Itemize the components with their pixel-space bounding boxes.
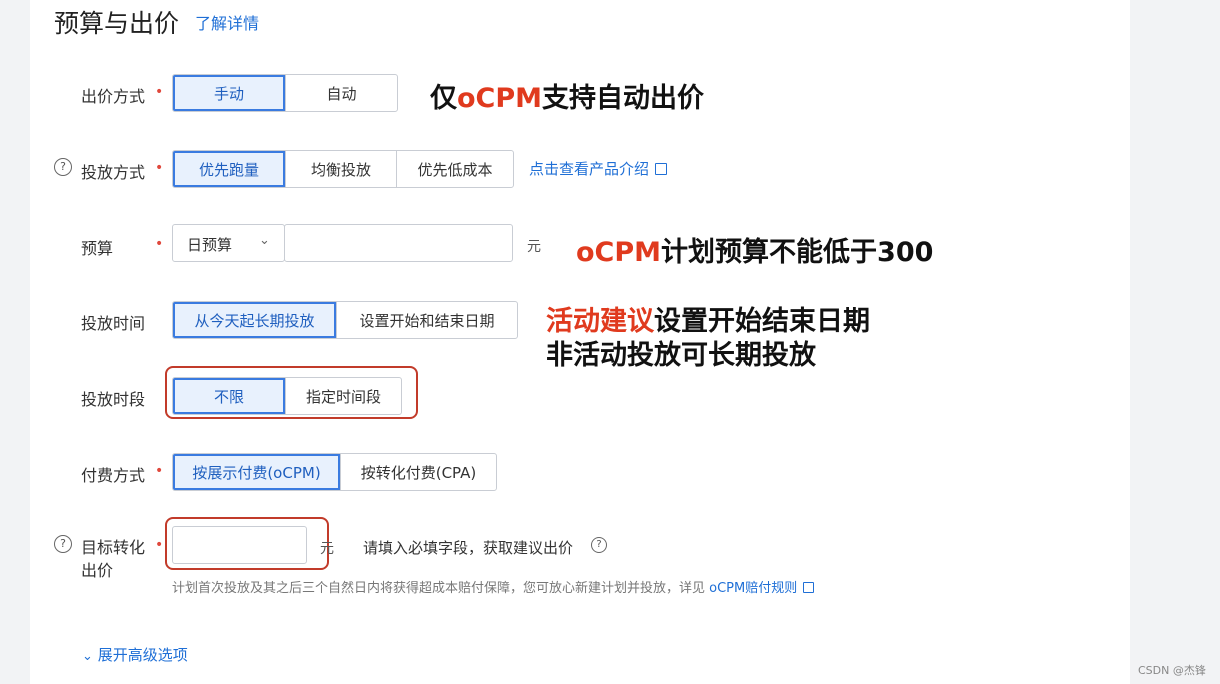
bid-method-switch: 手动 自动 [172, 74, 398, 112]
suggest-bid-text: 请填入必填字段，获取建议出价 [363, 539, 574, 557]
required-marker: • [155, 537, 164, 553]
bid-auto-option[interactable]: 自动 [286, 75, 397, 111]
bid-method-label: 出价方式 [81, 87, 146, 106]
annotation-text: 支持自动出价 [542, 83, 705, 114]
delivery-balanced-option[interactable]: 均衡投放 [286, 151, 397, 187]
annotation-text: 仅 [430, 83, 457, 114]
help-icon[interactable]: ? [54, 158, 72, 176]
annotation-ocpm-auto: 仅oCPM支持自动出价 [430, 76, 704, 115]
annotation-text: 设置开始结束日期 [654, 306, 870, 337]
pay-by-impression-option[interactable]: 按展示付费(oCPM) [173, 454, 341, 490]
external-link-icon [803, 582, 815, 593]
bid-manual-option[interactable]: 手动 [173, 75, 286, 111]
guarantee-note: 计划首次投放及其之后三个自然日内将获得超成本赔付保障，您可放心新建计划并投放，详… [172, 577, 815, 596]
required-marker: • [155, 160, 164, 176]
target-bid-label: 目标转化 出价 [81, 536, 145, 582]
question-icon[interactable]: ? [591, 537, 607, 553]
help-icon[interactable]: ? [54, 535, 72, 553]
required-marker: • [155, 84, 164, 100]
budget-amount-input[interactable] [284, 224, 513, 262]
double-chevron-down-icon: ⌄ [82, 649, 93, 664]
right-margin [1130, 0, 1220, 684]
expand-advanced-label: 展开高级选项 [97, 646, 188, 664]
target-bid-label-line-2: 出价 [81, 561, 114, 580]
time-period-label: 投放时段 [81, 390, 146, 409]
ocpm-compensation-link-text: oCPM赔付规则 [709, 581, 798, 596]
budget-type-value: 日预算 [187, 236, 233, 254]
long-term-option[interactable]: 从今天起长期投放 [173, 302, 337, 338]
budget-type-select[interactable]: 日预算 ⌄ [172, 224, 285, 262]
expand-advanced-options[interactable]: ⌄ 展开高级选项 [82, 644, 188, 665]
annotation-highlight: 活动建议 [546, 306, 654, 337]
time-period-switch: 不限 指定时间段 [172, 377, 402, 415]
watermark: CSDN @杰锋 [1138, 664, 1206, 677]
annotation-highlight: oCPM [457, 83, 543, 114]
target-bid-input[interactable] [172, 526, 307, 564]
payment-switch: 按展示付费(oCPM) 按转化付费(CPA) [172, 453, 497, 491]
annotation-line-2: 非活动投放可长期投放 [546, 340, 816, 371]
delivery-method-label: 投放方式 [81, 163, 146, 182]
annotation-highlight: oCPM [576, 237, 662, 268]
set-dates-option[interactable]: 设置开始和结束日期 [337, 302, 517, 338]
delivery-time-switch: 从今天起长期投放 设置开始和结束日期 [172, 301, 518, 339]
budget-label: 预算 [81, 239, 114, 258]
chevron-down-icon: ⌄ [259, 233, 270, 248]
product-intro-link-text: 点击查看产品介绍 [529, 160, 650, 178]
guarantee-text: 计划首次投放及其之后三个自然日内将获得超成本赔付保障，您可放心新建计划并投放，详… [172, 581, 706, 596]
pay-by-conversion-option[interactable]: 按转化付费(CPA) [341, 454, 496, 490]
annotation-text: 计划预算不能低于300 [661, 237, 934, 268]
annotation-ocpm-budget: oCPM计划预算不能低于300 [576, 230, 933, 269]
annotation-line-1: 活动建议设置开始结束日期 [546, 305, 870, 339]
target-bid-unit: 元 [320, 541, 334, 557]
unlimited-option[interactable]: 不限 [173, 378, 286, 414]
target-bid-label-line-1: 目标转化 [81, 538, 146, 557]
specify-period-option[interactable]: 指定时间段 [286, 378, 401, 414]
learn-more-link[interactable]: 了解详情 [195, 10, 259, 34]
delivery-method-switch: 优先跑量 均衡投放 优先低成本 [172, 150, 514, 188]
required-marker: • [155, 463, 164, 479]
required-marker: • [155, 236, 164, 252]
section-title: 预算与出价 [54, 9, 180, 38]
delivery-time-label: 投放时间 [81, 314, 146, 333]
external-link-icon [655, 163, 668, 175]
annotation-delivery-time: 活动建议设置开始结束日期 非活动投放可长期投放 [546, 305, 870, 373]
ocpm-compensation-link[interactable]: oCPM赔付规则 [709, 581, 815, 596]
product-intro-link[interactable]: 点击查看产品介绍 [529, 158, 668, 179]
delivery-low-cost-option[interactable]: 优先低成本 [397, 151, 513, 187]
budget-unit: 元 [527, 239, 541, 255]
payment-label: 付费方式 [81, 466, 146, 485]
delivery-priority-volume-option[interactable]: 优先跑量 [173, 151, 286, 187]
